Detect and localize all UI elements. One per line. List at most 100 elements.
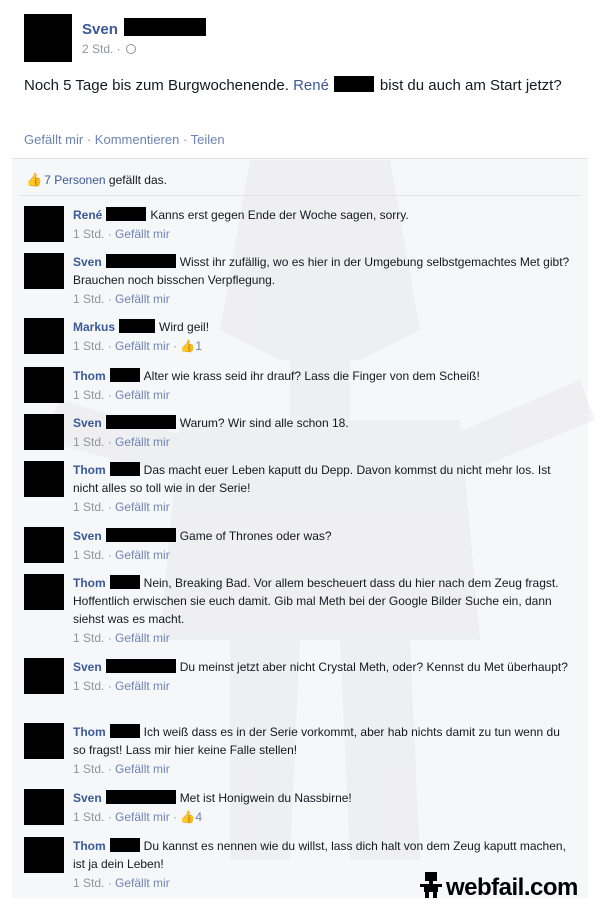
comment-time[interactable]: 1 Std.: [73, 548, 104, 562]
redacted-surname: [123, 18, 206, 36]
commenter-name[interactable]: Sven: [73, 529, 102, 543]
post-text: Noch 5 Tage bis zum Burgwochenende. René…: [24, 76, 572, 96]
divider: [20, 195, 580, 196]
commenter-name[interactable]: René: [73, 208, 102, 222]
author-name-text[interactable]: Sven: [82, 21, 118, 38]
redacted-surname: [106, 207, 147, 221]
comment-like-link[interactable]: Gefällt mir: [115, 500, 170, 514]
post-time[interactable]: 2 Std. ·: [82, 42, 121, 56]
comment-like-link[interactable]: Gefällt mir: [115, 292, 170, 306]
redacted-surname: [109, 462, 140, 476]
webfail-logo: webfail.com: [420, 872, 578, 902]
redacted-surname: [109, 575, 140, 589]
commenter-avatar[interactable]: [24, 461, 64, 497]
comment-like-link[interactable]: Gefällt mir: [115, 810, 170, 824]
commenter-avatar[interactable]: [24, 723, 64, 759]
comment-time[interactable]: 1 Std.: [73, 762, 104, 776]
post-meta: 2 Std. ·: [82, 42, 137, 56]
comment-text: Game of Thrones oder was?: [179, 529, 332, 543]
likes-suffix: gefällt das.: [108, 173, 167, 187]
author-avatar[interactable]: [24, 14, 72, 62]
comment-meta: 1 Std. · Gefällt mir: [73, 548, 170, 562]
comment-text: Alter wie krass seid ihr drauf? Lass die…: [143, 369, 480, 383]
comment-text-line: Thom Nein, Breaking Bad. Vor allem besche…: [73, 574, 573, 628]
commenter-avatar[interactable]: [24, 253, 64, 289]
action-separator: ·: [179, 132, 191, 147]
thumbs-up-icon: 👍: [26, 172, 43, 187]
commenter-avatar[interactable]: [24, 414, 64, 450]
commenter-name[interactable]: Sven: [73, 660, 102, 674]
comment-time[interactable]: 1 Std.: [73, 435, 104, 449]
comment-like-link[interactable]: Gefällt mir: [115, 631, 170, 645]
comment-like-link[interactable]: Gefällt mir: [115, 227, 170, 241]
comment-like-link[interactable]: Gefällt mir: [115, 876, 170, 890]
commenter-name[interactable]: Thom: [73, 839, 106, 853]
comment-time[interactable]: 1 Std.: [73, 679, 104, 693]
commenter-avatar[interactable]: [24, 789, 64, 825]
comment-text-line: Sven Warum? Wir sind alle schon 18.: [73, 414, 573, 432]
comment-meta: 1 Std. · Gefällt mir: [73, 292, 170, 306]
comment-text-line: Thom Du kannst es nennen wie du willst, l…: [73, 837, 573, 873]
comment-like-link[interactable]: Gefällt mir: [115, 548, 170, 562]
post-header: Sven 2 Std. ·: [24, 14, 584, 64]
comment-like-link[interactable]: Gefällt mir: [115, 435, 170, 449]
post-text-before: Noch 5 Tage bis zum Burgwochenende.: [24, 77, 289, 94]
comment-body: Thom Alter wie krass seid ihr drauf? Lass…: [73, 367, 573, 404]
comment-body: Sven Met ist Honigwein du Nassbirne! 1 Std…: [73, 789, 573, 826]
commenter-avatar[interactable]: [24, 318, 64, 354]
likes-count-link[interactable]: 7 Personen: [44, 173, 105, 187]
comment-body: Markus Wird geil! 1 Std. · Gefällt mir · 👍…: [73, 318, 573, 355]
commenter-name[interactable]: Thom: [73, 576, 106, 590]
likes-summary: 👍 7 Personen gefällt das.: [26, 172, 167, 188]
redacted-surname: [105, 415, 176, 429]
redacted-surname: [105, 254, 176, 268]
comment-time[interactable]: 1 Std.: [73, 292, 104, 306]
comment-meta: 1 Std. · Gefällt mir · 👍1: [73, 339, 203, 353]
comment-time[interactable]: 1 Std.: [73, 876, 104, 890]
commenter-name[interactable]: Sven: [73, 791, 102, 805]
comment-text-line: Markus Wird geil!: [73, 318, 573, 336]
comment-like-count[interactable]: 4: [195, 810, 202, 824]
thumbs-up-icon: 👍: [180, 810, 196, 824]
action-separator: ·: [83, 132, 95, 147]
post-text-after: bist du auch am Start jetzt?: [379, 77, 562, 94]
redacted-surname: [109, 838, 140, 852]
comment-like-link[interactable]: Gefällt mir: [115, 388, 170, 402]
commenter-name[interactable]: Sven: [73, 416, 102, 430]
post-actions: Gefällt mir · Kommentieren · Teilen: [24, 132, 225, 147]
comment-time[interactable]: 1 Std.: [73, 227, 104, 241]
comment-like-link[interactable]: Gefällt mir: [115, 762, 170, 776]
commenter-name[interactable]: Sven: [73, 255, 102, 269]
share-link[interactable]: Teilen: [191, 132, 225, 147]
mention-link[interactable]: René: [293, 77, 329, 94]
comment-time[interactable]: 1 Std.: [73, 810, 104, 824]
comment-time[interactable]: 1 Std.: [73, 339, 104, 353]
commenter-name[interactable]: Thom: [73, 725, 106, 739]
comment-like-link[interactable]: Gefällt mir: [115, 339, 170, 353]
commenter-avatar[interactable]: [24, 367, 64, 403]
comment-text-line: Sven Wisst ihr zufällig, wo es hier in de…: [73, 253, 573, 289]
comment-like-count[interactable]: 1: [195, 339, 202, 353]
comment-time[interactable]: 1 Std.: [73, 388, 104, 402]
commenter-avatar[interactable]: [24, 206, 64, 242]
redacted-surname: [119, 319, 156, 333]
commenter-name[interactable]: Thom: [73, 369, 106, 383]
commenter-name[interactable]: Markus: [73, 320, 115, 334]
thumbs-up-icon: 👍: [180, 339, 196, 353]
comment-like-link[interactable]: Gefällt mir: [115, 679, 170, 693]
commenter-avatar[interactable]: [24, 658, 64, 694]
commenter-name[interactable]: Thom: [73, 463, 106, 477]
comment-link[interactable]: Kommentieren: [95, 132, 180, 147]
comment-time[interactable]: 1 Std.: [73, 631, 104, 645]
comment-text-line: Sven Du meinst jetzt aber nicht Crystal M…: [73, 658, 573, 676]
commenter-avatar[interactable]: [24, 574, 64, 610]
commenter-avatar[interactable]: [24, 527, 64, 563]
comment-time[interactable]: 1 Std.: [73, 500, 104, 514]
commenter-avatar[interactable]: [24, 837, 64, 873]
comment-meta: 1 Std. · Gefällt mir: [73, 631, 170, 645]
like-link[interactable]: Gefällt mir: [24, 132, 83, 147]
author-name[interactable]: Sven: [82, 18, 206, 38]
comment-text: Wird geil!: [159, 320, 210, 334]
redacted-surname: [109, 724, 140, 738]
comment-body: René Kanns erst gegen Ende der Woche sage…: [73, 206, 573, 243]
